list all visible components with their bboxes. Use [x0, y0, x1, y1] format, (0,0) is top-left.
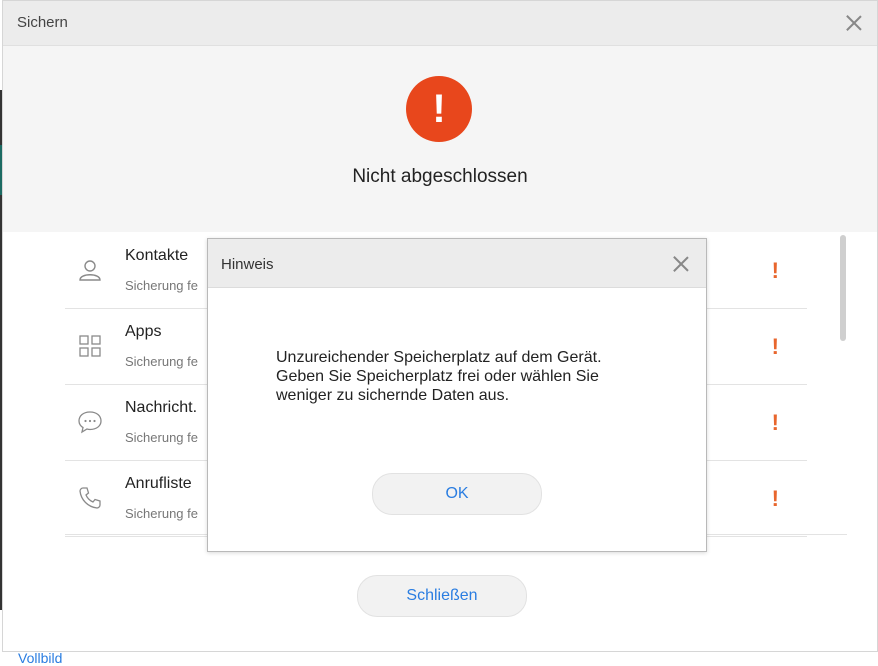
- item-subtitle: Sicherung fe: [125, 430, 198, 445]
- item-title: Anrufliste: [125, 475, 192, 492]
- window-title: Sichern: [17, 14, 68, 31]
- notice-dialog: Hinweis Unzureichender Speicherplatz auf…: [207, 238, 707, 552]
- window-close-icon[interactable]: [844, 13, 864, 33]
- dialog-message-line: weniger zu sichernde Daten aus.: [276, 387, 510, 404]
- warning-icon: !: [771, 258, 779, 283]
- status-text: Nicht abgeschlossen: [352, 166, 528, 187]
- exclamation-icon: !: [406, 76, 472, 142]
- dialog-title: Hinweis: [221, 256, 274, 273]
- item-title: Kontakte: [125, 247, 189, 264]
- dialog-message-line: Geben Sie Speicherplatz frei oder wählen…: [276, 368, 599, 385]
- item-title: Apps: [125, 323, 162, 340]
- dialog-close-icon[interactable]: [671, 254, 691, 274]
- person-icon: [79, 260, 101, 281]
- chat-bubble-icon: [78, 411, 102, 434]
- item-subtitle: Sicherung fe: [125, 506, 198, 521]
- warning-icon: !: [771, 334, 779, 359]
- dialog-titlebar: Hinweis: [208, 239, 706, 288]
- close-button[interactable]: Schließen: [357, 575, 527, 617]
- warning-icon: !: [771, 410, 779, 435]
- item-subtitle: Sicherung fe: [125, 354, 198, 369]
- item-title: Nachricht.: [125, 399, 198, 416]
- ok-button[interactable]: OK: [372, 473, 542, 515]
- grid-icon: [79, 335, 101, 357]
- status-header: ! Nicht abgeschlossen: [3, 46, 877, 232]
- background-link: Vollbild: [18, 650, 63, 666]
- phone-icon: [79, 487, 101, 509]
- list-scrollbar[interactable]: [840, 235, 846, 341]
- dialog-message: Unzureichender Speicherplatz auf dem Ger…: [276, 348, 676, 405]
- warning-icon: !: [771, 486, 779, 511]
- window-titlebar: Sichern: [3, 1, 877, 46]
- item-subtitle: Sicherung fe: [125, 278, 198, 293]
- dialog-message-line: Unzureichender Speicherplatz auf dem Ger…: [276, 349, 602, 366]
